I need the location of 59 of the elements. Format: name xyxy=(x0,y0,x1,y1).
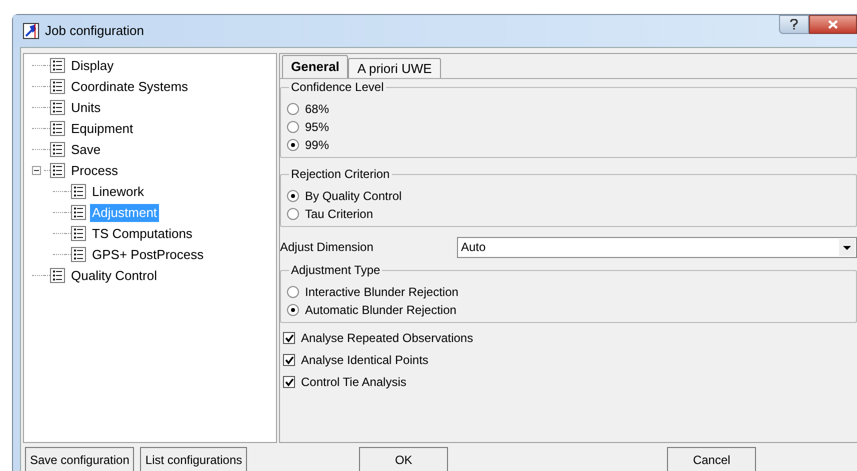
tree-item[interactable]: Equipment xyxy=(69,120,136,138)
group-title: Confidence Level xyxy=(289,80,386,94)
dropdown-field[interactable]: Auto xyxy=(457,236,857,258)
list-icon xyxy=(50,163,65,178)
checkbox[interactable] xyxy=(283,376,295,388)
radio-button[interactable] xyxy=(287,286,299,298)
checkbox-label: Control Tie Analysis xyxy=(301,374,406,391)
radio-label: Tau Criterion xyxy=(305,206,374,223)
tree-item[interactable]: Quality Control xyxy=(69,266,159,284)
tree-item[interactable]: Display xyxy=(69,56,116,74)
radio-button[interactable] xyxy=(287,208,299,220)
tab[interactable]: General xyxy=(282,55,348,78)
radio-label: Automatic Blunder Rejection xyxy=(305,302,456,319)
radio-button[interactable] xyxy=(287,304,299,316)
group-title: Rejection Criterion xyxy=(289,167,392,181)
configuration-button[interactable]: List configurations xyxy=(140,447,248,471)
tree-item[interactable]: Process xyxy=(69,162,120,180)
list-icon xyxy=(71,205,86,220)
tree-item[interactable]: Save xyxy=(69,140,103,158)
dropdown-value: Auto xyxy=(460,239,487,256)
list-icon xyxy=(50,100,65,115)
tree-item[interactable]: GPS+ PostProcess xyxy=(90,246,206,264)
tab[interactable]: A priori UWE xyxy=(348,58,441,78)
radio-label: By Quality Control xyxy=(305,188,402,205)
list-icon xyxy=(71,184,86,199)
radio-button[interactable] xyxy=(287,103,299,115)
close-icon xyxy=(828,20,838,29)
checkbox[interactable] xyxy=(283,354,295,366)
radio-label: 95% xyxy=(305,119,330,136)
dialog-button[interactable]: Cancel xyxy=(667,447,756,471)
radio-label: Interactive Blunder Rejection xyxy=(305,284,458,301)
list-icon xyxy=(50,58,65,73)
dialog-button[interactable]: OK xyxy=(359,447,448,471)
list-icon xyxy=(71,247,86,262)
help-button[interactable] xyxy=(779,15,809,34)
help-icon xyxy=(790,19,798,30)
tree-item[interactable]: Coordinate Systems xyxy=(69,78,190,96)
list-icon xyxy=(50,79,65,94)
list-icon xyxy=(50,268,65,283)
group-title: Adjustment Type xyxy=(289,263,382,277)
collapse-icon[interactable] xyxy=(32,166,41,175)
list-icon xyxy=(50,121,65,136)
field-label: Adjust Dimension xyxy=(280,239,374,256)
close-button[interactable] xyxy=(809,15,857,34)
checkbox-label: Analyse Identical Points xyxy=(301,352,428,369)
checkbox-label: Analyse Repeated Observations xyxy=(301,330,474,347)
list-icon xyxy=(71,226,86,241)
tree-item[interactable]: Linework xyxy=(90,182,146,200)
radio-label: 68% xyxy=(305,101,330,118)
checkbox[interactable] xyxy=(283,332,295,344)
configuration-button[interactable]: Save configuration xyxy=(25,447,134,471)
tree-item[interactable]: Units xyxy=(69,98,103,116)
tree-item[interactable]: TS Computations xyxy=(90,224,194,242)
radio-button[interactable] xyxy=(287,121,299,133)
radio-label: 99% xyxy=(305,137,330,154)
list-icon xyxy=(50,142,65,157)
radio-button[interactable] xyxy=(287,190,299,202)
window-title: Job configuration xyxy=(45,22,144,40)
radio-button[interactable] xyxy=(287,139,299,151)
